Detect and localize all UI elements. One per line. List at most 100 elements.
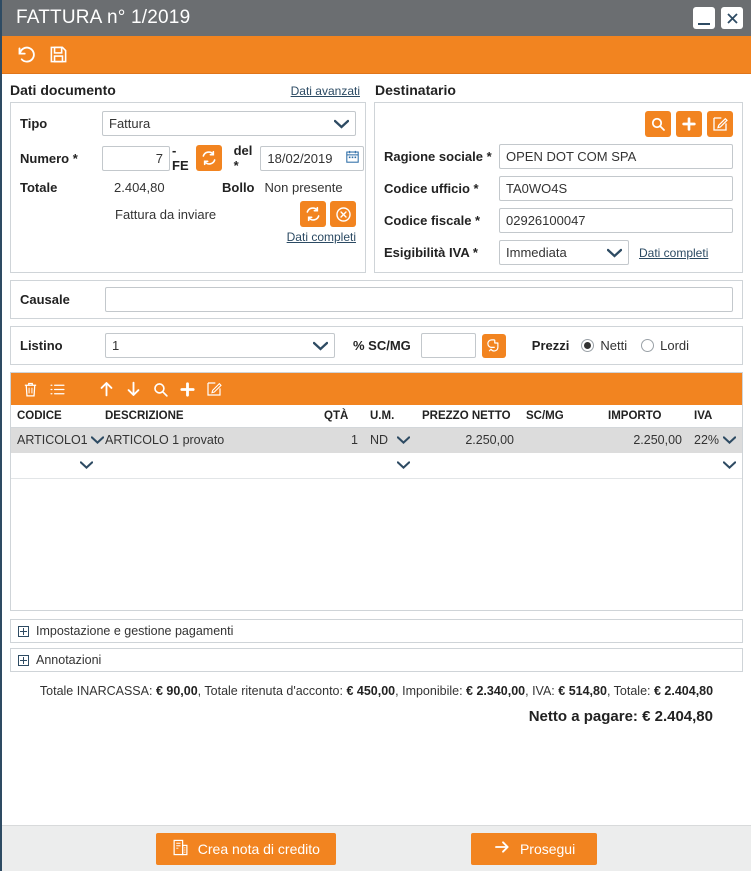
calendar-icon[interactable] bbox=[346, 150, 360, 166]
del-label: del * bbox=[233, 143, 253, 173]
crea-nota-credito-label: Crea nota di credito bbox=[197, 840, 320, 857]
stato-invio-row: Fattura da inviare bbox=[20, 201, 356, 227]
crea-nota-credito-button[interactable]: Crea nota di credito bbox=[155, 832, 336, 865]
cell-importo bbox=[602, 453, 688, 478]
tipo-label: Tipo bbox=[20, 116, 48, 131]
trash-icon[interactable] bbox=[22, 381, 39, 398]
refresh-numero-button[interactable] bbox=[195, 145, 222, 171]
totale-row: Totale 2.404,80 Bollo Non presente bbox=[20, 180, 356, 195]
inarcassa-label: Totale INARCASSA: bbox=[39, 684, 153, 698]
cell-um[interactable] bbox=[364, 453, 416, 478]
chevron-down-icon[interactable] bbox=[79, 458, 94, 472]
cell-codice[interactable]: ARTICOLO1 bbox=[11, 427, 104, 453]
arrow-down-icon[interactable] bbox=[125, 380, 142, 398]
chevron-down-icon bbox=[333, 116, 350, 131]
add-destinatario-button[interactable] bbox=[676, 111, 702, 137]
cell-iva[interactable] bbox=[688, 453, 742, 478]
scmg-apply-button[interactable] bbox=[481, 333, 506, 358]
esigibilita-select[interactable]: Immediata bbox=[499, 240, 629, 265]
expand-icon bbox=[18, 654, 29, 666]
plus-icon bbox=[682, 117, 696, 131]
cell-scmg[interactable] bbox=[520, 453, 602, 478]
annulla-invio-button[interactable] bbox=[330, 201, 356, 227]
annotazioni-section-header[interactable]: Annotazioni bbox=[10, 648, 743, 672]
codice-fiscale-label: Codice fiscale * bbox=[384, 213, 481, 228]
close-button[interactable] bbox=[721, 7, 743, 29]
chevron-down-icon[interactable] bbox=[722, 458, 737, 472]
prezzi-lordi-label: Lordi bbox=[660, 338, 690, 353]
pagamenti-section-header[interactable]: Impostazione e gestione pagamenti bbox=[10, 619, 743, 643]
footer-actions: Crea nota di credito Prosegui bbox=[2, 825, 751, 871]
numero-input[interactable] bbox=[102, 145, 170, 171]
cell-prezzo-netto[interactable] bbox=[416, 453, 520, 478]
ragione-sociale-input[interactable] bbox=[499, 144, 733, 169]
dati-avanzati-link[interactable]: Dati avanzati bbox=[291, 84, 360, 98]
chevron-down-icon[interactable] bbox=[396, 458, 411, 472]
arrow-up-icon[interactable] bbox=[98, 380, 115, 398]
listino-bar: Listino 1 % SC/MG Prezzi Netti Lordi bbox=[10, 326, 743, 365]
dati-completi-documento-link[interactable]: Dati completi bbox=[287, 230, 356, 244]
edit-icon[interactable] bbox=[206, 381, 222, 397]
cell-qta[interactable] bbox=[318, 453, 364, 478]
undo-icon[interactable] bbox=[16, 44, 37, 65]
dati-completi-destinatario-link[interactable]: Dati completi bbox=[639, 246, 708, 260]
del-date-wrapper bbox=[260, 145, 365, 171]
listino-select[interactable]: 1 bbox=[105, 333, 335, 358]
plus-icon[interactable] bbox=[179, 381, 196, 398]
codice-ufficio-input[interactable] bbox=[499, 176, 733, 201]
tipo-select[interactable]: Fattura bbox=[102, 111, 356, 136]
cell-descrizione[interactable] bbox=[99, 453, 318, 478]
col-um: U.M. bbox=[364, 405, 416, 428]
esigibilita-row: Esigibilità IVA * Immediata Dati complet… bbox=[384, 240, 733, 265]
table-row[interactable]: ARTICOLO1 ARTICOLO 1 provato 1 ND 2.250,… bbox=[11, 427, 742, 453]
prezzi-netti-radio[interactable]: Netti bbox=[581, 338, 627, 353]
listino-value: 1 bbox=[112, 338, 120, 353]
prezzi-label: Prezzi bbox=[531, 338, 570, 353]
prosegui-button[interactable]: Prosegui bbox=[470, 832, 598, 865]
prezzi-lordi-radio[interactable]: Lordi bbox=[641, 338, 689, 353]
cell-prezzo-netto[interactable]: 2.250,00 bbox=[416, 427, 520, 453]
col-codice: CODICE bbox=[11, 405, 99, 428]
cell-descrizione[interactable]: ARTICOLO 1 provato bbox=[99, 427, 318, 453]
cell-um[interactable]: ND bbox=[364, 427, 416, 453]
scmg-label: % SC/MG bbox=[353, 338, 411, 353]
scmg-input[interactable] bbox=[420, 333, 476, 358]
numero-row: Numero * -FE del * bbox=[20, 143, 365, 173]
search-icon[interactable] bbox=[152, 381, 169, 398]
imponibile-label: Imponibile: bbox=[402, 684, 463, 698]
righe-table: CODICE DESCRIZIONE QTÀ U.M. PREZZO NETTO… bbox=[11, 405, 742, 478]
destinatario-panel: Ragione sociale * Codice ufficio * Codic… bbox=[374, 102, 743, 273]
table-row[interactable] bbox=[11, 453, 742, 478]
chevron-down-icon[interactable] bbox=[90, 433, 104, 447]
causale-input[interactable] bbox=[105, 287, 733, 312]
search-destinatario-button[interactable] bbox=[645, 111, 671, 137]
col-prezzo-netto: PREZZO NETTO bbox=[416, 405, 520, 428]
minimize-button[interactable] bbox=[693, 7, 715, 29]
iva-label: IVA: bbox=[532, 684, 555, 698]
cell-qta[interactable]: 1 bbox=[318, 427, 364, 453]
grid-empty-area[interactable] bbox=[11, 477, 742, 610]
causale-bar: Causale bbox=[10, 280, 743, 319]
save-icon[interactable] bbox=[49, 45, 68, 64]
chevron-down-icon[interactable] bbox=[396, 433, 411, 447]
cell-scmg[interactable] bbox=[520, 427, 602, 453]
listino-label: Listino bbox=[20, 338, 63, 353]
tipo-row: Tipo Fattura bbox=[20, 111, 356, 136]
window-controls bbox=[693, 7, 743, 29]
invoice-window: FATTURA n° 1/2019 Dati documento Dati av… bbox=[0, 0, 751, 871]
radio-dot-netti bbox=[581, 339, 595, 352]
reinvia-button[interactable] bbox=[300, 201, 326, 227]
codice-fiscale-input[interactable] bbox=[499, 208, 733, 233]
codice-ufficio-row: Codice ufficio * bbox=[384, 176, 733, 201]
ritenuta-label: Totale ritenuta d'acconto: bbox=[204, 684, 343, 698]
cell-codice[interactable] bbox=[11, 453, 99, 478]
ragione-sociale-row: Ragione sociale * bbox=[384, 144, 733, 169]
list-icon[interactable] bbox=[49, 381, 66, 398]
edit-destinatario-button[interactable] bbox=[707, 111, 733, 137]
causale-label: Causale bbox=[20, 292, 70, 307]
chevron-down-icon[interactable] bbox=[722, 433, 737, 447]
col-iva: IVA bbox=[688, 405, 742, 428]
cell-iva[interactable]: 22% bbox=[688, 427, 742, 453]
edit-icon bbox=[713, 117, 728, 131]
pagamenti-label: Impostazione e gestione pagamenti bbox=[36, 624, 234, 638]
